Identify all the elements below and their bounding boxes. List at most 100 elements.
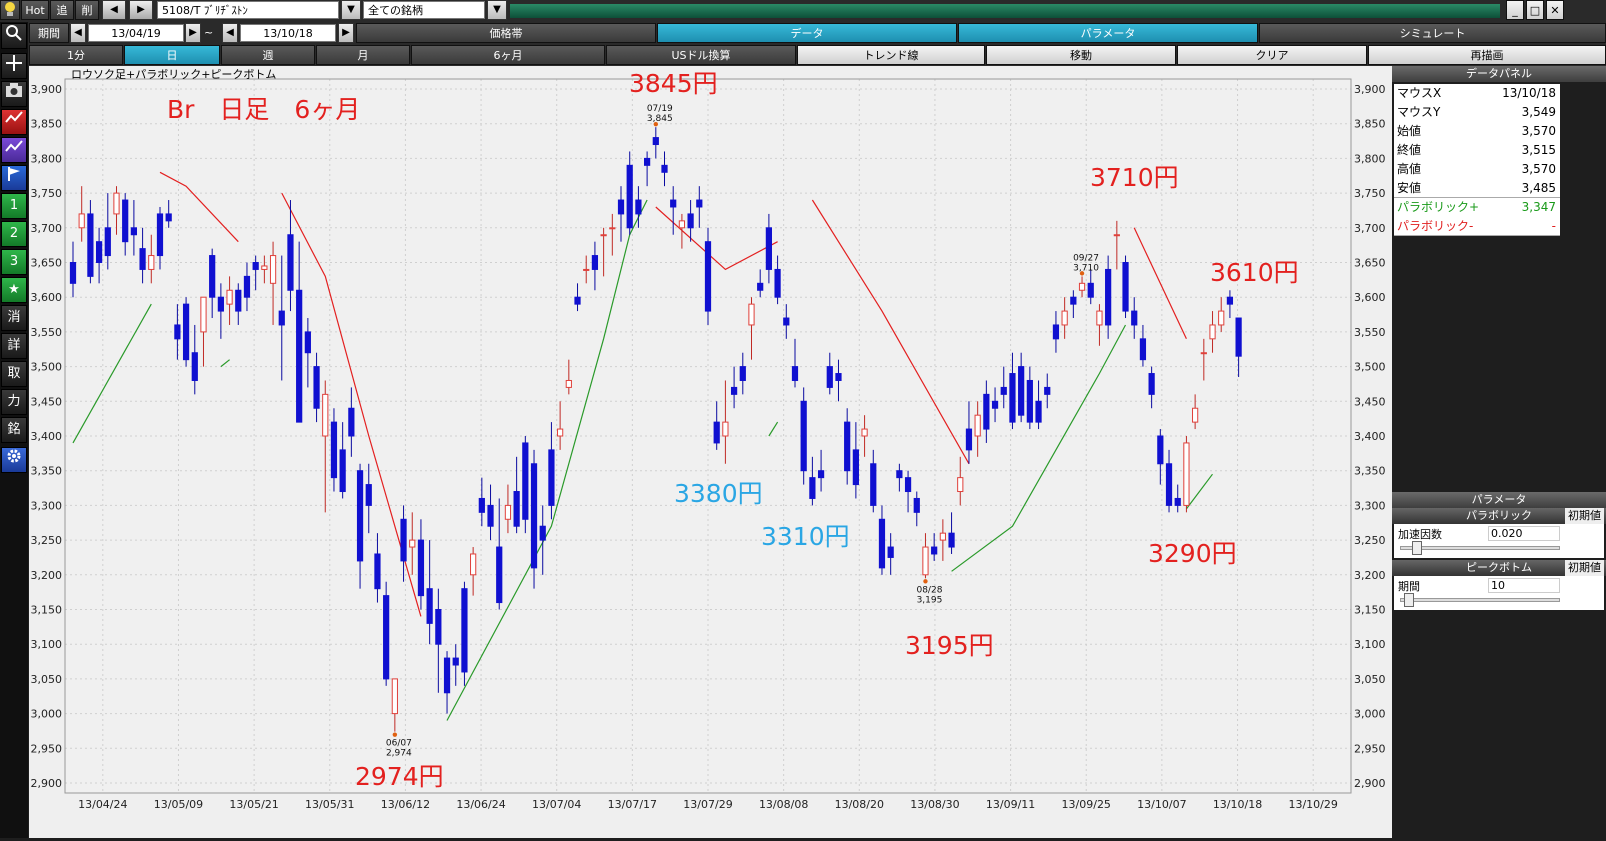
date-to-field[interactable]: 13/10/18 <box>240 24 336 42</box>
candle-chart-icon[interactable] <box>1 109 27 135</box>
x-tick-label: 13/09/11 <box>986 798 1035 811</box>
peak-slider-handle[interactable] <box>1404 593 1414 607</box>
crosshair-icon[interactable] <box>1 53 27 79</box>
candlestick-chart[interactable]: 3,900 3,900 3,850 3,850 3,800 3,800 3,750 3,750… <box>29 66 1392 838</box>
peak-slider[interactable] <box>1400 598 1560 602</box>
star-icon[interactable]: ★ <box>1 277 27 303</box>
flag-icon[interactable] <box>1 165 27 191</box>
y-tick-label-right: 3,150 <box>1354 604 1386 617</box>
search-icon[interactable] <box>1 23 27 49</box>
x-tick-label: 13/05/21 <box>229 798 278 811</box>
interval-week[interactable]: 週 <box>221 45 315 65</box>
dropdown-icon[interactable]: ▼ <box>487 0 507 20</box>
reset-peak-button[interactable]: 初期値 <box>1565 560 1604 576</box>
y-tick-label-right: 3,350 <box>1354 465 1386 478</box>
delete-button[interactable]: 削 <box>75 0 99 20</box>
candle-body <box>548 449 555 506</box>
candle-body <box>774 268 781 298</box>
y-tick-label-right: 3,250 <box>1354 534 1386 547</box>
candle-body <box>1052 324 1060 340</box>
sidebar-item-erase[interactable]: 消 <box>1 305 27 331</box>
candle-body <box>348 407 355 437</box>
data-panel-row: マウスY 3,549 <box>1394 103 1560 122</box>
candle-body <box>904 477 912 493</box>
candle-body <box>678 220 686 229</box>
sidebar-item-detail[interactable]: 詳 <box>1 333 27 359</box>
accel-slider[interactable] <box>1400 546 1560 550</box>
candle-body <box>374 553 381 590</box>
candle-body <box>104 227 111 257</box>
reset-parabolic-button[interactable]: 初期値 <box>1565 508 1604 524</box>
bulb-icon[interactable] <box>0 0 20 20</box>
redraw-button[interactable]: 再描画 <box>1368 45 1606 65</box>
line-chart-icon[interactable] <box>1 137 27 163</box>
peak-period-field[interactable]: 10 <box>1488 578 1560 593</box>
minimize-button[interactable]: _ <box>1506 0 1524 20</box>
trendline-button[interactable]: トレンド線 <box>797 45 985 65</box>
data-panel-key: パラボリック- <box>1397 219 1474 233</box>
candle-body <box>287 234 294 291</box>
x-tick-label: 13/06/12 <box>381 798 430 811</box>
accel-row: 加速因数 0.020 <box>1394 524 1604 558</box>
candle-body <box>461 588 468 673</box>
candle-body <box>148 255 155 270</box>
data-panel-row: 高値 3,570 <box>1394 160 1560 179</box>
candle-body <box>1148 373 1155 395</box>
candle-body <box>435 609 442 645</box>
sidebar-item-3[interactable]: 3 <box>1 249 27 275</box>
next-arrow-icon[interactable]: ▶ <box>338 23 354 43</box>
camera-icon[interactable] <box>1 81 27 107</box>
add-button[interactable]: 追 <box>50 0 74 20</box>
move-button[interactable]: 移動 <box>986 45 1176 65</box>
symbol-field[interactable]: 5108/T ﾌﾞﾘﾁﾞｽﾄﾝ <box>157 1 339 19</box>
interval-1min[interactable]: 1分 <box>29 45 123 65</box>
y-tick-label-left: 3,500 <box>31 361 63 374</box>
candle-body <box>1096 310 1103 326</box>
candle-body <box>426 588 433 624</box>
hot-button[interactable]: Hot <box>21 0 49 20</box>
accel-slider-handle[interactable] <box>1412 541 1422 555</box>
gear-icon[interactable] <box>1 447 27 473</box>
sidebar-item-take[interactable]: 取 <box>1 361 27 387</box>
accel-field[interactable]: 0.020 <box>1488 526 1560 541</box>
candle-body <box>452 657 459 666</box>
sidebar-item-1[interactable]: 1 <box>1 193 27 219</box>
candle-body <box>200 296 207 333</box>
list-select[interactable]: 全ての銘柄 <box>363 1 485 19</box>
candle-body <box>696 199 703 208</box>
peak-marker <box>392 732 398 737</box>
y-tick-label-left: 3,800 <box>31 152 63 165</box>
interval-6month[interactable]: 6ヶ月 <box>411 45 605 65</box>
tab-parameter[interactable]: パラメータ <box>958 23 1258 43</box>
dropdown-icon[interactable]: ▼ <box>341 0 361 20</box>
y-tick-label-right: 3,700 <box>1354 222 1386 235</box>
next-arrow-icon[interactable]: ▶ <box>129 0 153 20</box>
tab-data[interactable]: データ <box>657 23 957 43</box>
prev-arrow-icon[interactable]: ◀ <box>102 0 126 20</box>
next-arrow-icon[interactable]: ▶ <box>185 23 201 43</box>
sidebar-item-power[interactable]: 力 <box>1 389 27 415</box>
annotation-3845: 3845円 <box>629 69 718 98</box>
candle-body <box>1235 317 1242 357</box>
candle-body <box>826 366 833 388</box>
peak-date-label: 07/19 <box>647 104 673 114</box>
y-tick-label-right: 3,500 <box>1354 361 1386 374</box>
clear-button[interactable]: クリア <box>1177 45 1367 65</box>
prev-arrow-icon[interactable]: ◀ <box>222 23 238 43</box>
chart-area[interactable]: 3,900 3,900 3,850 3,850 3,800 3,800 3,750 3,750… <box>29 66 1392 838</box>
maximize-button[interactable]: □ <box>1526 0 1544 20</box>
prev-arrow-icon[interactable]: ◀ <box>70 23 86 43</box>
sidebar-item-2[interactable]: 2 <box>1 221 27 247</box>
candle-body <box>296 289 303 423</box>
date-from-field[interactable]: 13/04/19 <box>88 24 184 42</box>
y-tick-label-right: 3,600 <box>1354 291 1386 304</box>
sidebar-item-brand[interactable]: 銘 <box>1 417 27 443</box>
candle-body <box>957 477 964 493</box>
close-icon[interactable]: ✕ <box>1546 0 1564 20</box>
tab-simulate[interactable]: シミュレート <box>1259 23 1606 43</box>
usd-convert-button[interactable]: USドル換算 <box>606 45 796 65</box>
tab-price-range[interactable]: 価格帯 <box>356 23 656 43</box>
data-panel-row: 始値 3,570 <box>1394 122 1560 141</box>
interval-day[interactable]: 日 <box>124 45 220 65</box>
interval-month[interactable]: 月 <box>316 45 410 65</box>
